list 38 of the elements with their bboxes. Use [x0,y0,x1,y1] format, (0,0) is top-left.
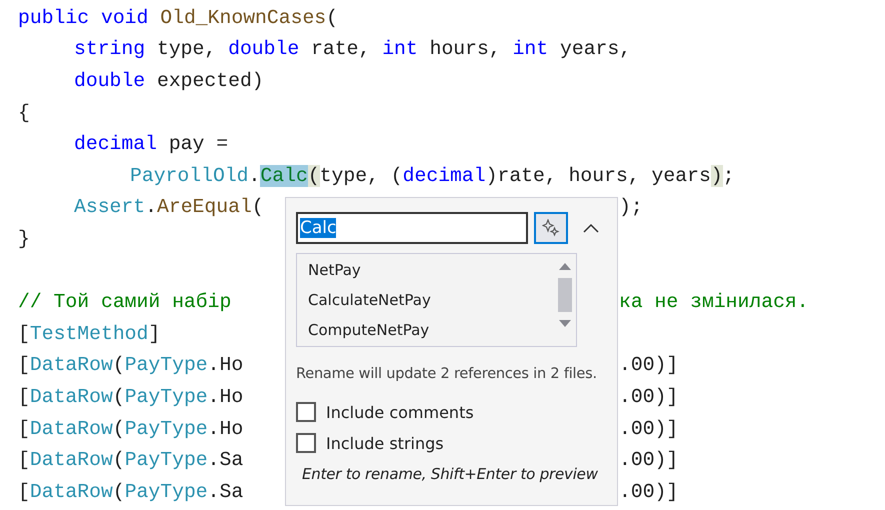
suggestion-item[interactable]: CalculateNetPay [297,285,554,315]
code-line: // Той самий набір [18,291,232,314]
code-line: [DataRow(PayType.Ho [18,418,244,440]
code-line: .00)] [619,449,678,472]
code-line: .00)] [619,480,678,503]
code-line: [DataRow(PayType.Sa [18,480,244,503]
code-line: [DataRow(PayType.Ho [18,354,244,376]
code-line: [DataRow(PayType.Sa [18,449,244,472]
scrollbar-thumb[interactable] [558,278,572,312]
code-line: .00)] [619,386,678,408]
chevron-up-icon [582,223,599,233]
suggestion-item[interactable]: NetPay [297,255,554,285]
code-line: Assert.AreEqual( [74,196,264,218]
code-line: [TestMethod] [18,322,160,345]
code-line: .00)] [619,354,678,376]
scroll-down-icon[interactable] [558,319,572,328]
sparkle-icon [542,219,560,237]
hint-text: Enter to rename, Shift+Enter to preview [301,465,599,483]
checkbox-label: Include strings [326,434,444,452]
code-line: { [18,102,30,124]
code-line: } [18,228,30,250]
checkbox[interactable] [296,433,316,453]
code-line: public void Old_KnownCases( [18,6,338,29]
sparkle-icon-button[interactable] [534,212,568,244]
code-line: .00)] [619,418,678,440]
rename-message: Rename will update 2 references in 2 files. [296,366,598,382]
rename-field[interactable]: Calc [296,212,528,244]
checkbox[interactable] [296,402,316,422]
suggestion-item[interactable]: ComputeNetPay [297,315,554,345]
code-line: double expected) [74,70,264,92]
code-line: string type, double rate, int hours, int years, [74,38,632,60]
code-line: [DataRow(PayType.Ho [18,386,244,408]
code-line: decimal pay = [74,133,228,156]
code-line: ); [619,196,643,218]
code-line: ка не змінилася. [619,291,809,314]
checkbox-label: Include comments [326,402,474,422]
code-line: PayrollOld.Calc(type, (decimal)rate, hours, years); [130,164,735,187]
scroll-up-icon[interactable] [558,262,572,271]
